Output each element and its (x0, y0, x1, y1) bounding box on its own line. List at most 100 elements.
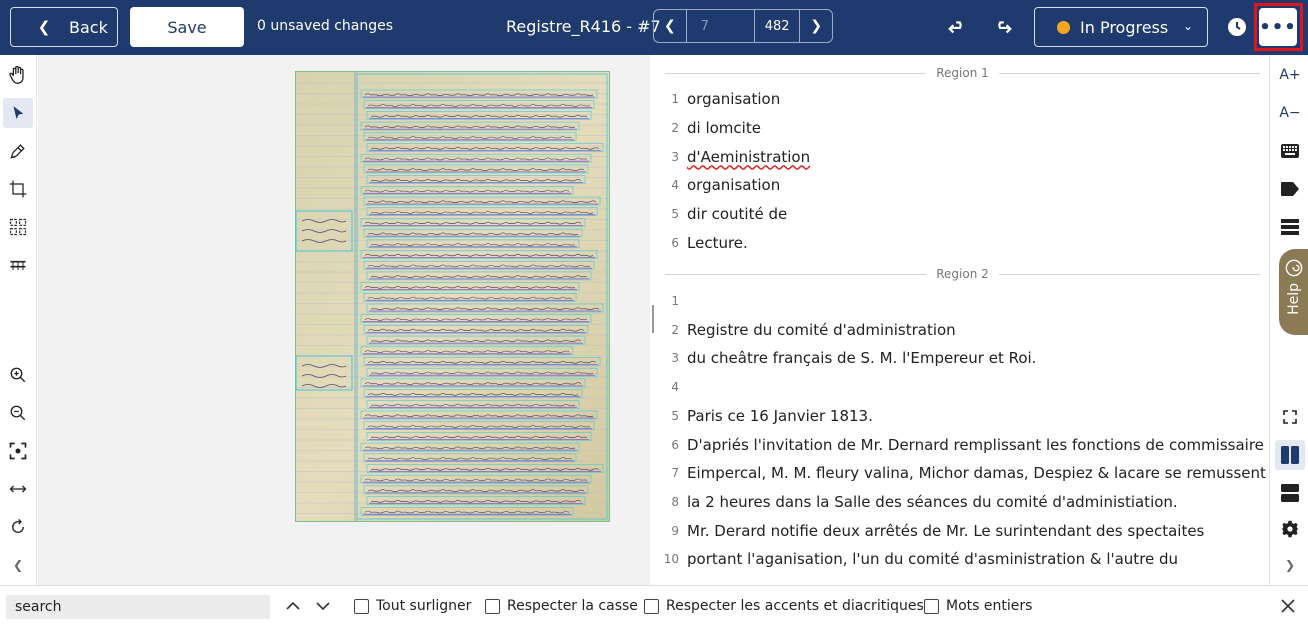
line-text[interactable]: organisation (687, 90, 780, 108)
crop-tool-button[interactable] (3, 174, 33, 204)
rotate-button[interactable] (3, 512, 33, 542)
hand-icon (9, 65, 24, 84)
help-label: Help (1285, 283, 1302, 315)
whole-words-label: Mots entiers (946, 598, 1033, 614)
line-text[interactable]: Eimpercal, M. M. fleury valina, Michor d… (687, 464, 1266, 482)
list-view-button[interactable] (1275, 212, 1305, 242)
previous-page-button[interactable]: ❮ (654, 10, 686, 42)
select-tool-button[interactable] (3, 98, 33, 128)
chevron-up-icon[interactable] (284, 597, 302, 615)
checkbox-icon (644, 598, 659, 614)
highlight-all-checkbox[interactable]: Tout surligner (354, 598, 471, 614)
line-text[interactable]: D'apriés l'invitation de Mr. Dernard rem… (687, 436, 1264, 454)
next-page-button[interactable]: ❯ (800, 10, 832, 42)
line-text[interactable]: di lomcite (687, 119, 761, 137)
page-number-input[interactable]: 7 (685, 10, 755, 42)
columns-icon (1281, 446, 1299, 464)
undo-icon[interactable] (947, 16, 969, 38)
zoom-in-button[interactable] (3, 360, 33, 390)
line-number: 1 (671, 294, 679, 308)
split-tool-button[interactable] (3, 212, 33, 242)
keyboard-icon (1281, 144, 1299, 158)
text-line[interactable]: 6 D'apriés l'invitation de Mr. Dernard re… (657, 434, 1264, 456)
zoom-out-button[interactable] (3, 398, 33, 428)
line-text[interactable]: d'Aeministration (687, 148, 810, 166)
font-increase-button[interactable]: A+ (1275, 60, 1305, 90)
collapse-left-button[interactable]: ❮ (3, 550, 33, 580)
line-text[interactable]: dir coutité de (687, 205, 787, 223)
page-total: 482 (755, 10, 801, 42)
text-line[interactable]: 5 dir coutité de (657, 203, 787, 225)
line-number: 5 (671, 408, 679, 423)
text-line[interactable]: 2 Registre du comité d'administration (657, 319, 956, 341)
text-line[interactable]: 5 Paris ce 16 Janvier 1813. (657, 405, 873, 427)
grid-icon (9, 218, 27, 236)
chevron-down-icon[interactable] (314, 597, 332, 615)
side-by-side-layout-button[interactable] (1275, 440, 1305, 470)
save-button[interactable]: Save (130, 7, 244, 47)
line-text[interactable]: la 2 heures dans la Salle des séances du… (687, 493, 1178, 511)
settings-button[interactable] (1275, 514, 1305, 544)
redo-icon[interactable] (991, 16, 1013, 38)
checkbox-icon (485, 598, 500, 614)
line-number: 7 (671, 466, 679, 481)
text-line[interactable]: 3 du cheâtre français de S. M. l'Empereur… (657, 347, 1036, 369)
whole-words-checkbox[interactable]: Mots entiers (924, 598, 1032, 614)
help-tab[interactable]: Help (1279, 249, 1308, 335)
text-line[interactable]: 1 organisation (657, 88, 780, 110)
line-number: 8 (671, 494, 679, 509)
left-toolbar: ❮ (0, 55, 37, 585)
region-separator: Region 1 (665, 63, 1260, 83)
baseline-icon (10, 260, 26, 270)
text-line[interactable]: 3 d'Aeministration (657, 146, 810, 168)
keyboard-button[interactable] (1275, 136, 1305, 166)
region-separator: Region 2 (665, 264, 1260, 284)
line-text[interactable]: Mr. Derard notifie deux arrêtés de Mr. L… (687, 522, 1204, 540)
text-line[interactable]: 6 Lecture. (657, 232, 748, 254)
line-number: 2 (671, 322, 679, 337)
baseline-tool-button[interactable] (3, 250, 33, 280)
history-clock-icon[interactable] (1227, 17, 1247, 37)
draw-tool-button[interactable] (3, 136, 33, 166)
close-icon[interactable] (1279, 597, 1297, 615)
fullscreen-button[interactable] (1275, 402, 1305, 432)
panel-resize-handle[interactable] (652, 305, 654, 333)
line-text[interactable]: portant l'aganisation, l'un du comité d'… (687, 550, 1178, 568)
line-text[interactable]: organisation (687, 176, 780, 194)
collapse-right-button[interactable]: ❯ (1275, 550, 1305, 580)
list-icon (1281, 219, 1299, 235)
chevron-down-icon: ⌄ (1182, 19, 1193, 33)
text-line[interactable]: 2 di lomcite (657, 117, 761, 139)
more-options-button[interactable]: ••• (1259, 8, 1297, 46)
text-line[interactable]: 9 Mr. Derard notifie deux arrêtés de Mr. … (657, 520, 1204, 542)
text-line[interactable]: 4 (657, 376, 687, 398)
text-line[interactable]: 4 organisation (657, 174, 780, 196)
status-dropdown[interactable]: In Progress ⌄ (1034, 7, 1208, 47)
checkbox-icon (924, 598, 939, 614)
checkbox-icon (354, 598, 369, 614)
hand-tool-button[interactable] (3, 60, 33, 90)
line-text[interactable]: du cheâtre français de S. M. l'Empereur … (687, 349, 1036, 367)
text-line[interactable]: 7 Eimpercal, M. M. fleury valina, Michor … (657, 462, 1266, 484)
back-button[interactable]: ❮ Back (10, 7, 118, 47)
region-label: Region 1 (936, 66, 989, 80)
tag-button[interactable] (1275, 174, 1305, 204)
text-line[interactable]: 8 la 2 heures dans la Salle des séances d… (657, 491, 1178, 513)
text-line[interactable]: 1 (657, 290, 687, 312)
stacked-layout-button[interactable] (1275, 478, 1305, 508)
unsaved-changes-text: 0 unsaved changes (257, 18, 394, 34)
rows-icon (1281, 484, 1299, 502)
fit-width-button[interactable] (3, 474, 33, 504)
search-input[interactable] (6, 595, 270, 619)
line-text[interactable]: Paris ce 16 Janvier 1813. (687, 407, 873, 425)
fit-image-button[interactable] (3, 436, 33, 466)
chevron-left-icon: ❮ (663, 18, 676, 34)
match-case-checkbox[interactable]: Respecter la casse (485, 598, 638, 614)
font-decrease-button[interactable]: A− (1275, 98, 1305, 128)
line-text[interactable]: Lecture. (687, 234, 748, 252)
zoom-in-icon (10, 367, 26, 383)
match-case-label: Respecter la casse (507, 598, 638, 614)
text-line[interactable]: 10 portant l'aganisation, l'un du comité … (657, 548, 1178, 570)
match-diacritics-checkbox[interactable]: Respecter les accents et diacritiques (644, 598, 924, 614)
line-text[interactable]: Registre du comité d'administration (687, 321, 956, 339)
